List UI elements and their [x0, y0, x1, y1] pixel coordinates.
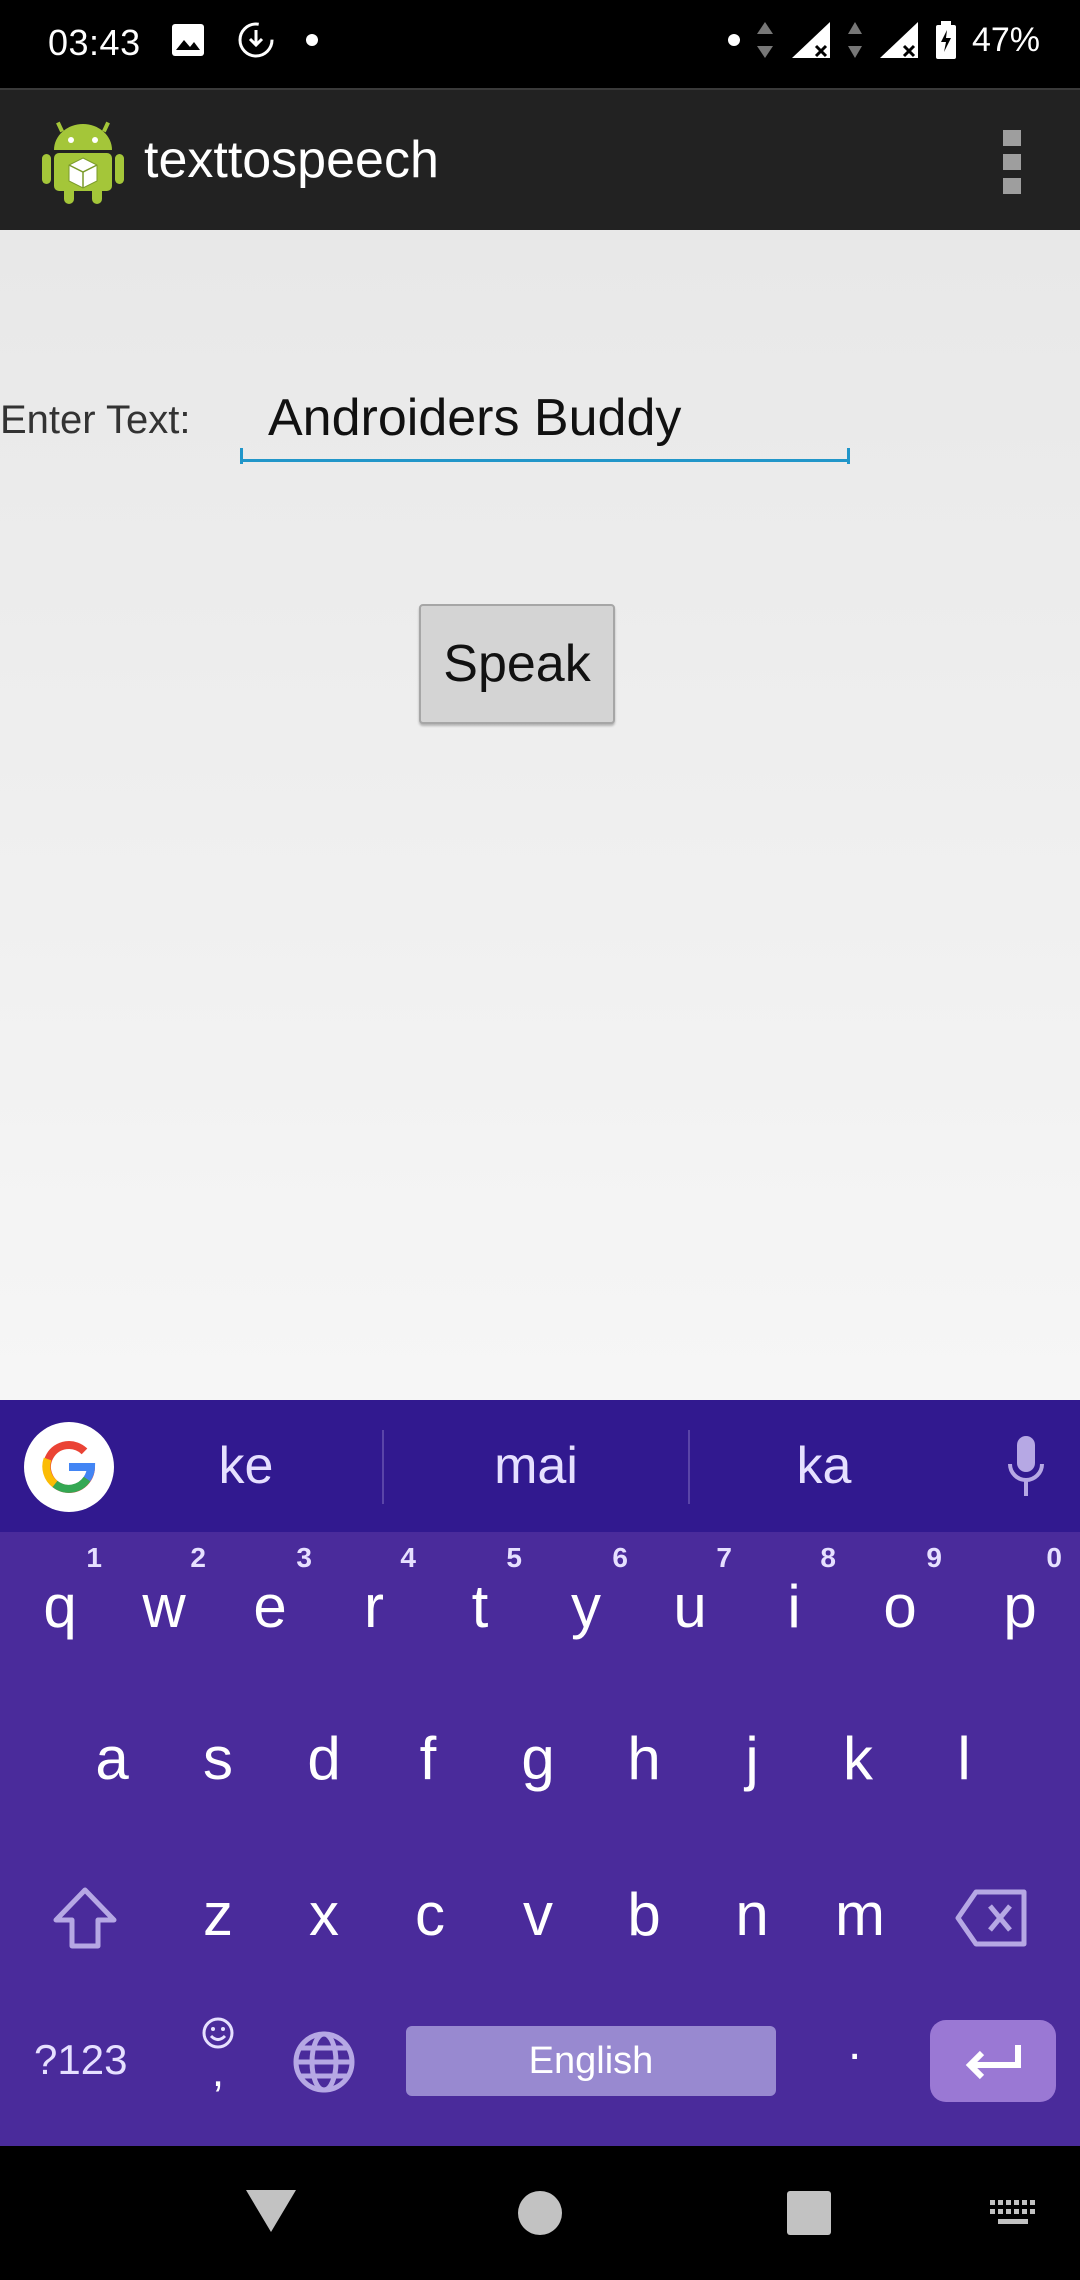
key-p[interactable]: p0: [970, 1542, 1070, 1641]
key-g[interactable]: g: [488, 1724, 588, 1793]
dot-icon: [727, 34, 740, 46]
key-k[interactable]: k: [808, 1724, 908, 1793]
key-v[interactable]: v: [488, 1880, 588, 1949]
enter-key[interactable]: [930, 2020, 1056, 2102]
dot-icon: [306, 34, 318, 46]
more-vert-icon[interactable]: [1000, 130, 1024, 194]
period-key[interactable]: .: [848, 2016, 861, 2071]
key-e[interactable]: e3: [220, 1542, 320, 1641]
suggestion-bar: ke mai ka: [0, 1400, 1080, 1532]
android-icon: [42, 121, 124, 204]
key-a[interactable]: a: [62, 1724, 162, 1793]
status-notification-icons: [170, 20, 318, 60]
input-underline-ticks: [240, 448, 850, 464]
recents-icon[interactable]: [786, 2190, 832, 2236]
key-m[interactable]: m: [810, 1880, 910, 1949]
smiley-icon: [202, 2017, 234, 2049]
battery-icon: [935, 21, 956, 59]
key-q[interactable]: q1: [10, 1542, 110, 1641]
data-arrows-icon: [847, 22, 862, 58]
signal-icon: [791, 22, 830, 58]
key-z[interactable]: z: [168, 1880, 268, 1949]
enter-text-label: Enter Text:: [0, 398, 191, 442]
emoji-comma-key[interactable]: ,: [196, 2016, 240, 2106]
suggestion-2[interactable]: mai: [386, 1436, 686, 1496]
image-icon: [172, 24, 204, 56]
keyboard-switch-icon[interactable]: [990, 2200, 1036, 2228]
key-j[interactable]: j: [702, 1724, 802, 1793]
comma-key-label: ,: [211, 2047, 225, 2096]
symbols-key[interactable]: ?123: [34, 2036, 127, 2084]
home-icon[interactable]: [517, 2190, 563, 2236]
key-o[interactable]: o9: [850, 1542, 950, 1641]
key-h[interactable]: h: [594, 1724, 694, 1793]
status-system-icons: 47%: [727, 20, 1040, 60]
battery-percent: 47%: [971, 20, 1040, 59]
key-t[interactable]: t5: [430, 1542, 530, 1641]
key-f[interactable]: f: [378, 1724, 478, 1793]
key-u[interactable]: u7: [640, 1542, 740, 1641]
app-bar: texttospeech: [0, 88, 1080, 230]
key-b[interactable]: b: [594, 1880, 694, 1949]
space-bar[interactable]: English: [406, 2026, 776, 2096]
main-content: Enter Text: Speak: [0, 230, 1080, 1400]
suggestion-3[interactable]: ka: [674, 1436, 974, 1496]
key-c[interactable]: c: [380, 1880, 480, 1949]
enter-icon: [965, 2045, 1021, 2080]
key-n[interactable]: n: [702, 1880, 802, 1949]
key-x[interactable]: x: [274, 1880, 374, 1949]
key-y[interactable]: y6: [536, 1542, 636, 1641]
status-bar: 03:43 47%: [0, 0, 1080, 88]
key-s[interactable]: s: [168, 1724, 268, 1793]
backspace-icon[interactable]: [954, 1888, 1030, 1948]
speak-button[interactable]: Speak: [419, 604, 615, 724]
soft-keyboard: ke mai ka q1 w2 e3 r4 t5 y6 u7 i8 o9 p0 …: [0, 1400, 1080, 2146]
key-d[interactable]: d: [274, 1724, 374, 1793]
mic-icon[interactable]: [1006, 1434, 1046, 1500]
signal-icon: [879, 22, 918, 58]
download-icon: [238, 22, 274, 58]
data-arrows-icon: [756, 22, 773, 58]
key-i[interactable]: i8: [744, 1542, 844, 1641]
shift-icon[interactable]: [50, 1884, 120, 1954]
status-time: 03:43: [48, 22, 141, 63]
suggestion-1[interactable]: ke: [96, 1436, 396, 1496]
navigation-bar: [0, 2146, 1080, 2280]
key-l[interactable]: l: [914, 1724, 1014, 1793]
key-w[interactable]: w2: [114, 1542, 214, 1641]
app-title: texttospeech: [144, 131, 439, 189]
back-icon[interactable]: [244, 2188, 298, 2234]
key-r[interactable]: r4: [324, 1542, 424, 1641]
globe-icon[interactable]: [292, 2030, 356, 2094]
